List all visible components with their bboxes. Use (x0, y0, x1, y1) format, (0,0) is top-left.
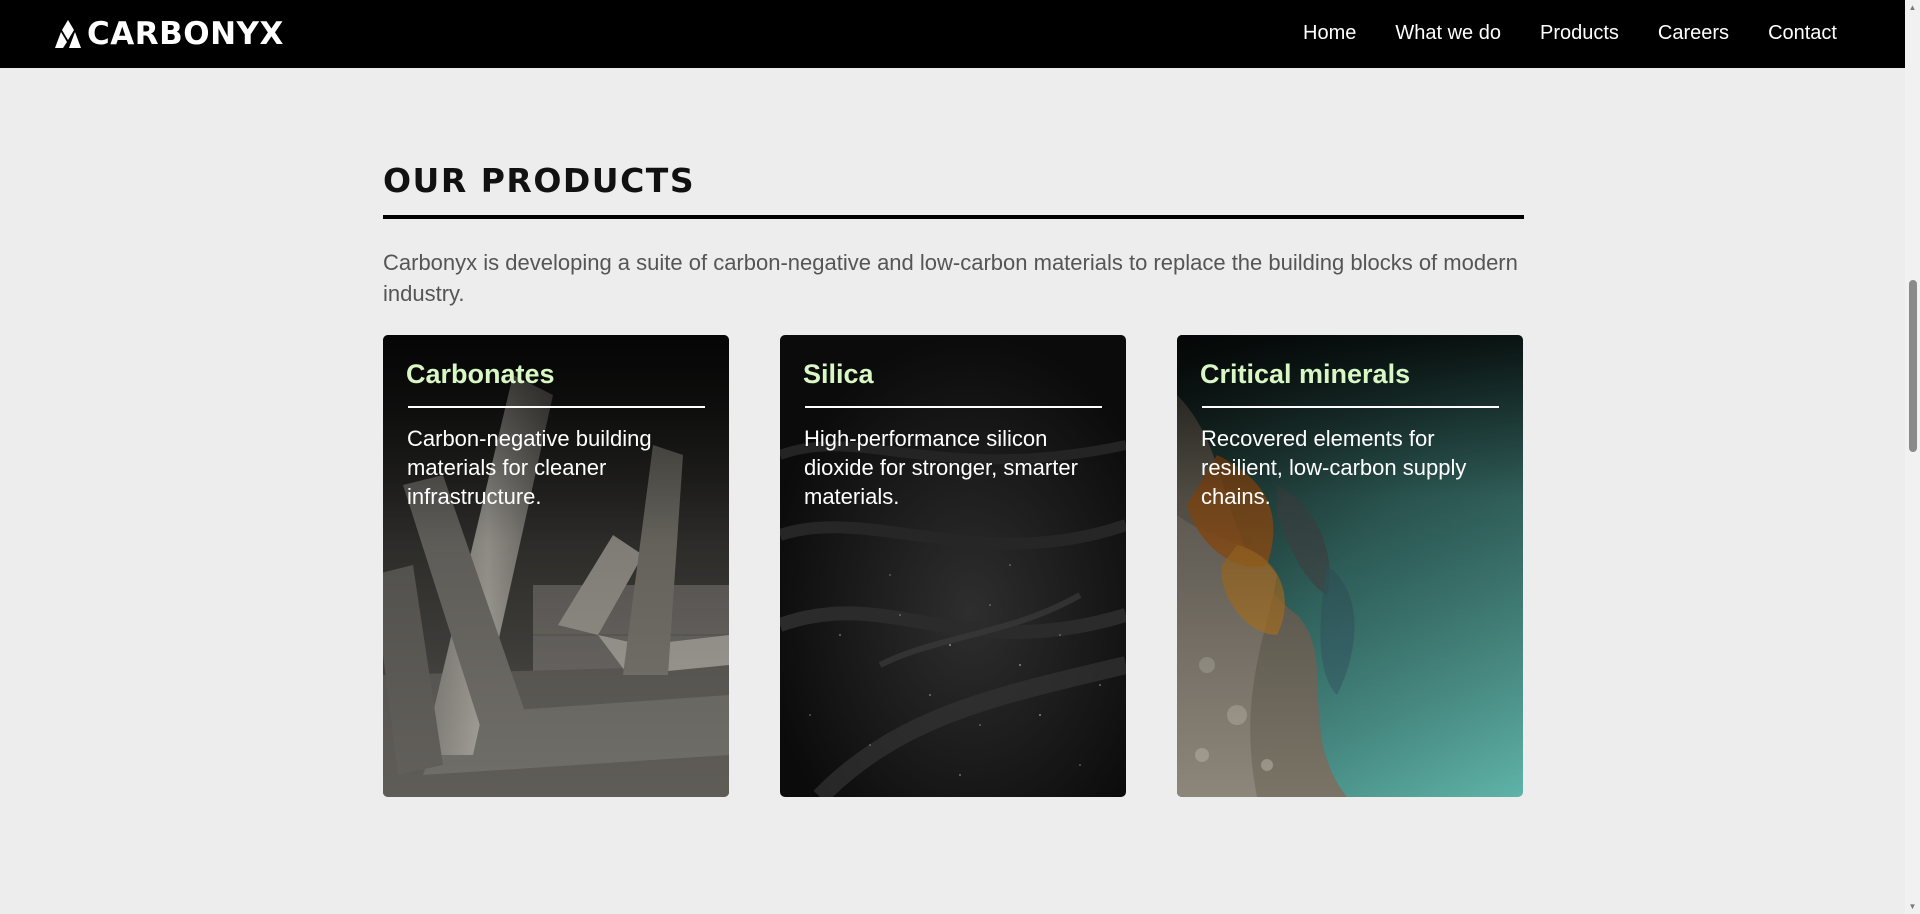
site-logo[interactable]: CARBONYX (53, 14, 284, 54)
section-intro: Carbonyx is developing a suite of carbon… (383, 250, 1518, 306)
scroll-thumb[interactable] (1909, 280, 1917, 452)
card-divider (1202, 406, 1499, 408)
page-scrollbar[interactable]: ▲ ▼ (1905, 0, 1920, 914)
product-card-critical-minerals[interactable]: Critical minerals Recovered elements for… (1177, 335, 1523, 797)
nav-what-we-do[interactable]: What we do (1395, 0, 1501, 66)
product-card-carbonates[interactable]: Carbonates Carbon-negative building mate… (383, 335, 729, 797)
nav-careers[interactable]: Careers (1658, 0, 1729, 66)
product-card-silica[interactable]: Silica High-performance silicon dioxide … (780, 335, 1126, 797)
section-title: OUR PRODUCTS (383, 161, 696, 200)
card-divider (408, 406, 705, 408)
section-divider (383, 215, 1524, 219)
nav-contact[interactable]: Contact (1768, 0, 1837, 66)
card-description: Carbon-negative building materials for c… (407, 426, 652, 509)
nav-products[interactable]: Products (1540, 0, 1619, 66)
site-header: CARBONYX Home What we do Products Career… (0, 0, 1905, 68)
scroll-down-arrow-icon[interactable]: ▼ (1905, 899, 1920, 914)
card-title: Critical minerals (1200, 359, 1411, 389)
scroll-up-arrow-icon[interactable]: ▲ (1905, 0, 1920, 15)
products-section: OUR PRODUCTS Carbonyx is developing a su… (383, 160, 1524, 309)
card-description: Recovered elements for resilient, low-ca… (1201, 426, 1467, 509)
card-description: High-performance silicon dioxide for str… (804, 426, 1078, 509)
card-content: Carbonates Carbon-negative building mate… (406, 359, 706, 511)
card-title: Carbonates (406, 359, 555, 389)
product-cards: Carbonates Carbon-negative building mate… (383, 335, 1524, 797)
main-nav: Home What we do Products Careers Contact (1264, 0, 1837, 66)
card-content: Critical minerals Recovered elements for… (1200, 359, 1500, 511)
card-title: Silica (803, 359, 874, 389)
logo-mark-icon (55, 20, 81, 48)
card-divider (805, 406, 1102, 408)
logo-text: CARBONYX (87, 16, 284, 52)
card-content: Silica High-performance silicon dioxide … (803, 359, 1103, 511)
nav-home[interactable]: Home (1303, 0, 1356, 66)
